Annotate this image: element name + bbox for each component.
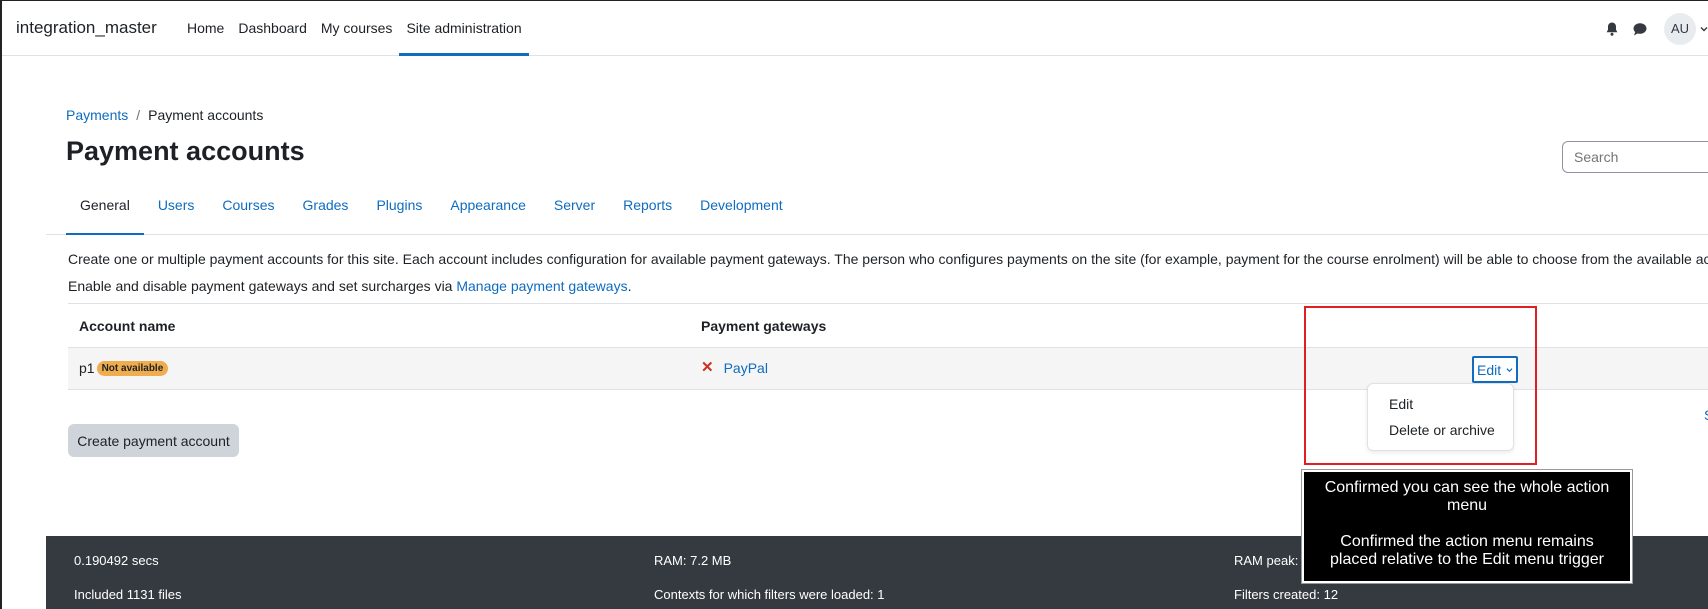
footer-time: 0.190492 secs — [74, 553, 159, 568]
gateway-cell: ✕ PayPal — [701, 359, 768, 377]
tab-courses[interactable]: Courses — [208, 187, 288, 235]
site-brand[interactable]: integration_master — [16, 18, 157, 38]
column-payment-gateways: Payment gateways — [701, 318, 827, 334]
nav-dashboard[interactable]: Dashboard — [231, 1, 314, 56]
breadcrumb-payments[interactable]: Payments — [66, 107, 128, 123]
gateways-help-suffix: . — [627, 278, 632, 294]
footer-files: Included 1131 files — [74, 587, 182, 602]
footer-contexts: Contexts for which filters were loaded: … — [654, 587, 885, 602]
status-badge: Not available — [96, 360, 169, 376]
tooltip-line-2: Confirmed the action menu remains placed… — [1330, 533, 1604, 568]
disabled-x-icon: ✕ — [701, 359, 714, 376]
nav-my-courses[interactable]: My courses — [314, 1, 400, 56]
gateways-help-prefix: Enable and disable payment gateways and … — [68, 278, 457, 294]
bell-icon[interactable] — [1604, 21, 1620, 37]
tab-server[interactable]: Server — [540, 187, 609, 235]
tooltip-line-1: Confirmed you can see the whole action m… — [1324, 479, 1610, 514]
account-name-cell: p1 Not available — [79, 360, 169, 376]
description-text: Create one or multiple payment accounts … — [68, 251, 1708, 267]
highlight-box — [1304, 306, 1537, 465]
chevron-down-icon[interactable] — [1700, 25, 1708, 33]
footer-filters: Filters created: 12 — [1234, 587, 1339, 602]
breadcrumb: Payments / Payment accounts — [66, 107, 263, 123]
cut-off-link[interactable]: S — [1704, 407, 1708, 423]
account-name: p1 — [79, 360, 95, 376]
tab-general[interactable]: General — [66, 187, 144, 235]
primary-nav: Home Dashboard My courses Site administr… — [180, 1, 529, 56]
avatar[interactable]: AU — [1664, 12, 1696, 45]
footer-ram: RAM: 7.2 MB — [654, 553, 732, 568]
nav-home[interactable]: Home — [180, 1, 231, 56]
tab-plugins[interactable]: Plugins — [362, 187, 436, 235]
gateways-help-text: Enable and disable payment gateways and … — [68, 278, 631, 294]
tab-grades[interactable]: Grades — [289, 187, 363, 235]
test-confirmation-tooltip: Confirmed you can see the whole action m… — [1301, 469, 1633, 584]
search-input[interactable] — [1562, 141, 1708, 173]
breadcrumb-separator: / — [136, 107, 141, 123]
tab-development[interactable]: Development — [686, 187, 797, 235]
page-title: Payment accounts — [66, 136, 305, 166]
tab-appearance[interactable]: Appearance — [436, 187, 540, 235]
create-payment-account-button[interactable]: Create payment account — [68, 424, 239, 457]
user-nav: AU — [1604, 1, 1708, 56]
nav-site-administration[interactable]: Site administration — [399, 1, 529, 56]
admin-tabs: General Users Courses Grades Plugins App… — [46, 187, 1708, 235]
footer-ram-peak: RAM peak: — [1234, 553, 1299, 568]
top-navbar: integration_master Home Dashboard My cou… — [2, 1, 1708, 56]
column-account-name: Account name — [79, 318, 176, 334]
chat-icon[interactable] — [1632, 21, 1648, 37]
manage-payment-gateways-link[interactable]: Manage payment gateways — [456, 278, 627, 294]
breadcrumb-current: Payment accounts — [148, 107, 264, 123]
tab-reports[interactable]: Reports — [609, 187, 686, 235]
gateway-paypal-link[interactable]: PayPal — [724, 360, 768, 376]
tab-users[interactable]: Users — [144, 187, 209, 235]
